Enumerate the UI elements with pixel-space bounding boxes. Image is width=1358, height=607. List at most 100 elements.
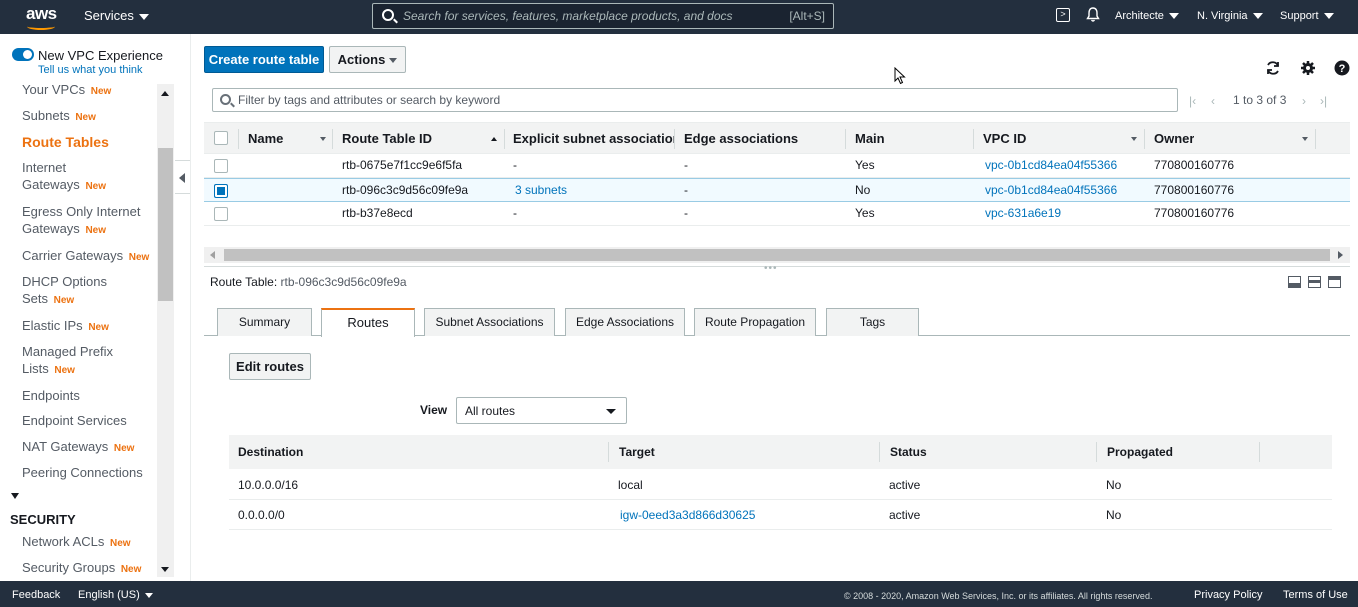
- language-selector[interactable]: English (US): [78, 589, 153, 601]
- scroll-left-icon[interactable]: [210, 251, 215, 259]
- sidebar-item-carrier-gateways[interactable]: Carrier Gateways New: [22, 247, 156, 266]
- sidebar-item-label: Carrier Gateways: [22, 248, 124, 263]
- bell-icon[interactable]: [1086, 7, 1100, 23]
- column-header-owner[interactable]: Owner: [1154, 131, 1194, 146]
- previous-page-icon[interactable]: ‹: [1211, 94, 1215, 108]
- column-header-edge-associations[interactable]: Edge associations: [684, 131, 798, 146]
- chevron-down-icon: [144, 592, 153, 598]
- cell-route-table-id: rtb-b37e8ecd: [342, 206, 413, 220]
- column-header-route-table-id[interactable]: Route Table ID: [342, 131, 432, 146]
- sort-icon[interactable]: [1302, 137, 1308, 141]
- sidebar-item-security-groups[interactable]: Security Groups New: [22, 559, 156, 578]
- tell-us-link[interactable]: Tell us what you think: [38, 64, 143, 76]
- sidebar-item-elastic-ips[interactable]: Elastic IPs New: [22, 317, 156, 336]
- tab-routes[interactable]: Routes: [321, 308, 415, 337]
- next-page-icon[interactable]: ›: [1302, 94, 1306, 108]
- sidebar-item-nat-gateways[interactable]: NAT Gateways New: [22, 438, 156, 457]
- cell-vpc-id-link[interactable]: vpc-0b1cd84ea04f55366: [985, 183, 1117, 197]
- filter-input[interactable]: Filter by tags and attributes or search …: [212, 88, 1178, 112]
- cell-owner: 770800160776: [1154, 206, 1235, 220]
- sidebar-item-your-vpcs[interactable]: Your VPCs New: [22, 81, 156, 100]
- tab-tags[interactable]: Tags: [826, 308, 919, 336]
- cell-vpc-id-link[interactable]: vpc-0b1cd84ea04f55366: [985, 158, 1117, 172]
- horizontal-scrollbar-thumb[interactable]: [224, 249, 1330, 261]
- actions-button[interactable]: Actions: [329, 46, 406, 73]
- create-route-table-button[interactable]: Create route table: [204, 46, 324, 73]
- column-header-vpc-id[interactable]: VPC ID: [983, 131, 1026, 146]
- sidebar-item-egress-only-internet-gateways[interactable]: Egress Only Internet Gateways New: [22, 203, 156, 239]
- column-header-name[interactable]: Name: [248, 131, 283, 146]
- column-divider: [1315, 129, 1316, 149]
- layout-top-icon[interactable]: [1328, 276, 1341, 288]
- refresh-icon[interactable]: [1265, 60, 1281, 76]
- aws-logo[interactable]: aws: [26, 4, 57, 30]
- cell-target: local: [618, 478, 643, 492]
- drag-handle-icon[interactable]: •••: [764, 263, 778, 274]
- sidebar-item-internet-gateways[interactable]: Internet Gateways New: [22, 159, 122, 195]
- sidebar-scrollbar-thumb[interactable]: [158, 148, 173, 301]
- cloudshell-icon[interactable]: >: [1056, 8, 1070, 22]
- column-header-main[interactable]: Main: [855, 131, 885, 146]
- account-menu[interactable]: Architecte: [1115, 10, 1179, 22]
- last-page-icon[interactable]: ›|: [1320, 94, 1327, 108]
- sidebar-item-subnets[interactable]: Subnets New: [22, 107, 156, 126]
- sidebar-item-managed-prefix-lists[interactable]: Managed Prefix Lists New: [22, 343, 122, 379]
- edit-routes-button[interactable]: Edit routes: [229, 353, 311, 380]
- table-row-selected[interactable]: rtb-096c3c9d56c09fe9a 3 subnets - No vpc…: [204, 178, 1350, 202]
- column-divider: [674, 129, 675, 149]
- tab-route-propagation[interactable]: Route Propagation: [694, 308, 816, 336]
- table-row[interactable]: rtb-b37e8ecd - - Yes vpc-631a6e19 770800…: [204, 202, 1350, 226]
- view-label: View: [420, 403, 448, 417]
- row-checkbox-checked[interactable]: [214, 184, 228, 198]
- new-badge: New: [85, 181, 106, 192]
- select-all-checkbox[interactable]: [214, 131, 228, 145]
- terms-of-use-link[interactable]: Terms of Use: [1283, 589, 1348, 601]
- sidebar-item-route-tables[interactable]: Route Tables: [22, 134, 156, 151]
- feedback-link[interactable]: Feedback: [12, 589, 60, 601]
- services-menu[interactable]: Services: [84, 8, 149, 23]
- collapse-triangle-icon[interactable]: [11, 493, 19, 499]
- table-row[interactable]: rtb-0675e7f1cc9e6f5fa - - Yes vpc-0b1cd8…: [204, 154, 1350, 178]
- sidebar-item-endpoints[interactable]: Endpoints: [22, 387, 156, 404]
- sidebar-item-network-acls[interactable]: Network ACLs New: [22, 533, 156, 552]
- column-divider: [845, 129, 846, 149]
- column-header-explicit-subnet-associations[interactable]: Explicit subnet associatior: [513, 131, 675, 146]
- row-checkbox[interactable]: [214, 159, 228, 173]
- routes-table-header: Destination Target Status Propagated: [229, 435, 1332, 469]
- sidebar-item-peering-connections[interactable]: Peering Connections: [22, 464, 156, 481]
- layout-bottom-icon[interactable]: [1288, 276, 1301, 288]
- column-divider: [332, 129, 333, 149]
- cell-subnet-associations-link[interactable]: 3 subnets: [515, 183, 567, 197]
- support-menu[interactable]: Support: [1280, 10, 1334, 22]
- account-label: Architecte: [1115, 10, 1164, 22]
- sidebar-item-endpoint-services[interactable]: Endpoint Services: [22, 412, 156, 429]
- row-checkbox[interactable]: [214, 207, 228, 221]
- region-menu[interactable]: N. Virginia: [1197, 10, 1263, 22]
- pagination-text: 1 to 3 of 3: [1233, 93, 1287, 107]
- layout-split-icon[interactable]: [1308, 276, 1321, 288]
- cell-vpc-id-link[interactable]: vpc-631a6e19: [985, 206, 1061, 220]
- cell-target-link[interactable]: igw-0eed3a3d866d30625: [620, 508, 755, 522]
- scroll-right-icon[interactable]: [1338, 251, 1343, 259]
- tab-edge-associations[interactable]: Edge Associations: [565, 308, 685, 336]
- cell-status: active: [889, 478, 921, 492]
- view-select[interactable]: All routes: [456, 397, 627, 424]
- first-page-icon[interactable]: |‹: [1189, 94, 1196, 108]
- scroll-up-icon[interactable]: [161, 91, 169, 96]
- sort-icon[interactable]: [1131, 137, 1137, 141]
- global-search-input[interactable]: Search for services, features, marketpla…: [372, 3, 834, 29]
- scroll-down-icon[interactable]: [161, 567, 169, 572]
- sort-ascending-icon[interactable]: [491, 137, 497, 141]
- aws-logo-smile-icon: [27, 23, 55, 30]
- new-vpc-experience-toggle[interactable]: [12, 48, 34, 61]
- privacy-policy-link[interactable]: Privacy Policy: [1194, 589, 1262, 601]
- gear-icon[interactable]: [1300, 60, 1316, 76]
- tab-summary[interactable]: Summary: [217, 308, 312, 336]
- tab-subnet-associations[interactable]: Subnet Associations: [424, 308, 555, 336]
- help-icon[interactable]: ?: [1334, 60, 1350, 76]
- sidebar-item-dhcp-options-sets[interactable]: DHCP Options Sets New: [22, 273, 122, 309]
- cell-subnet-associations: -: [513, 206, 517, 220]
- collapse-sidebar-button[interactable]: [175, 160, 190, 194]
- sort-icon[interactable]: [320, 137, 326, 141]
- route-row: 0.0.0.0/0 igw-0eed3a3d866d30625 active N…: [229, 500, 1332, 530]
